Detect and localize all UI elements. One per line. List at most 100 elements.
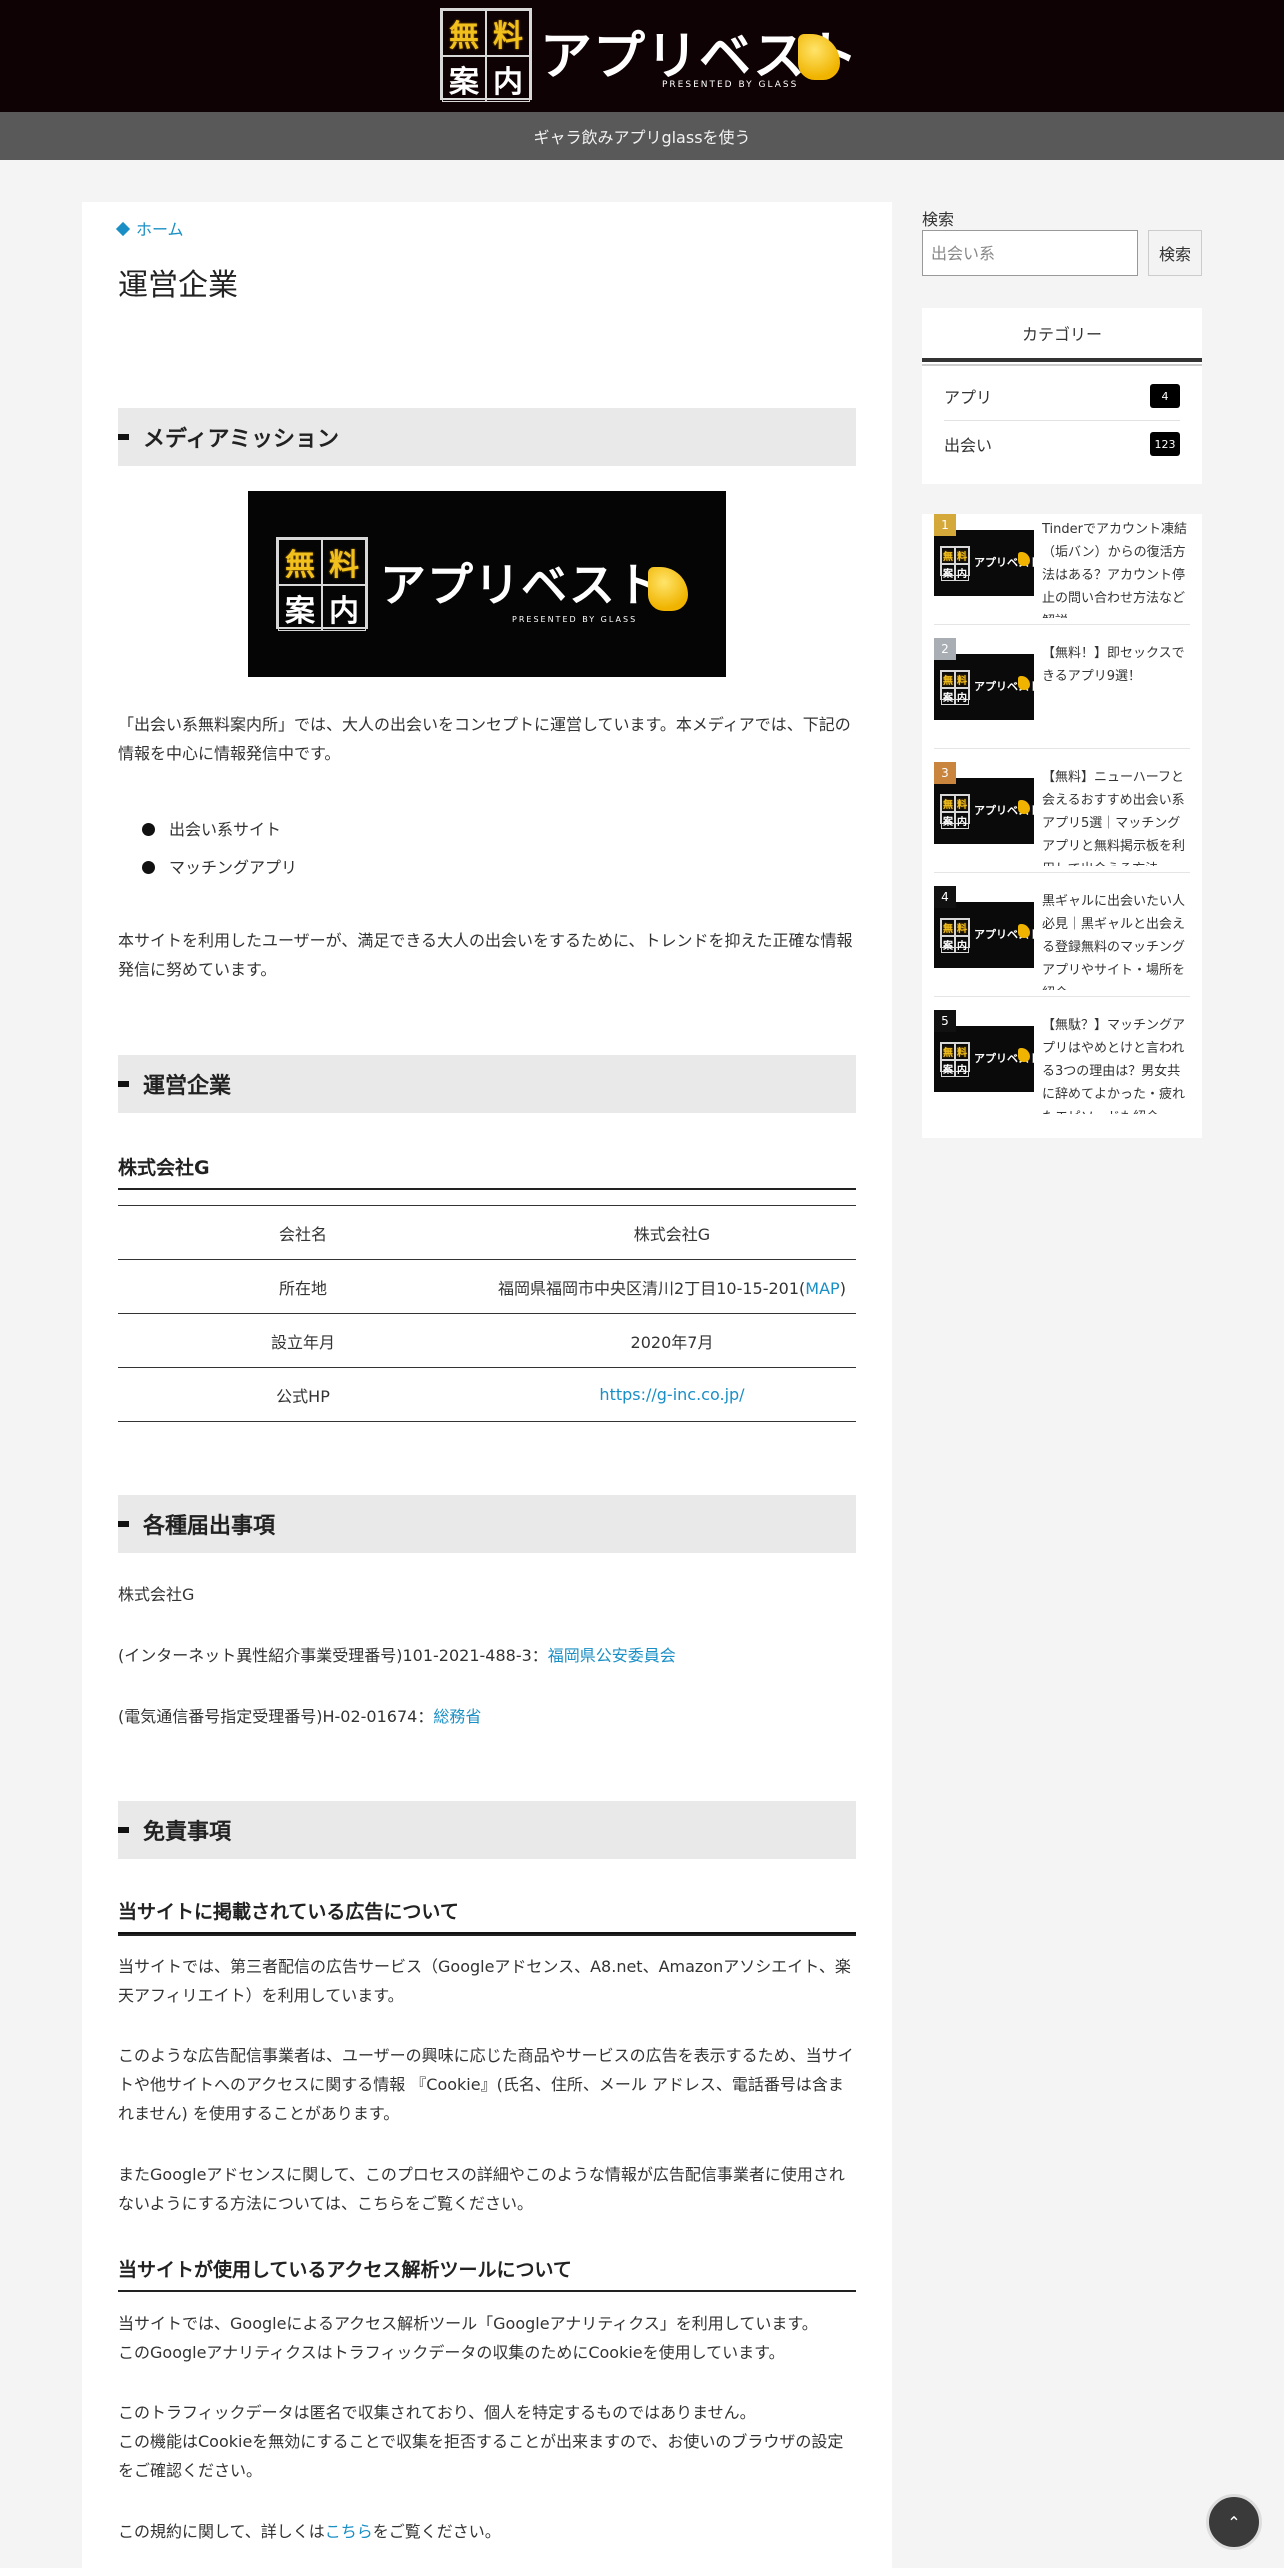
- notice-telecom-text: (電気通信番号指定受理番号)H-02-01674：: [118, 1707, 434, 1726]
- table-label: 所在地: [118, 1259, 488, 1314]
- ranking-title-link[interactable]: 【無料】ニューハーフと会えるおすすめ出会い系アプリ5選｜マッチングアプリと無料掲…: [1042, 766, 1190, 866]
- ranking-title-link[interactable]: 黒ギャルに出会いたい人必見｜黒ギャルと出会える登録無料のマッチングアプリやサイト…: [1042, 890, 1190, 990]
- category-item[interactable]: アプリ 4: [944, 372, 1180, 421]
- ranking-thumbnail[interactable]: 無 料 案 内 アプリベスト: [934, 902, 1040, 968]
- mission-intro: 「出会い系無料案内所」では、大人の出会いをコンセプトに運営しています。本メディア…: [118, 715, 851, 763]
- thumb-logo-text: アプリベスト: [974, 1052, 1041, 1065]
- table-value: 福岡県福岡市中央区清川2丁目10-15-201(MAP): [488, 1259, 856, 1314]
- rank-badge: 2: [934, 638, 956, 660]
- thumb-kanji: 案: [941, 688, 955, 705]
- logo-kanji: 内: [486, 56, 530, 102]
- analytics-line: 当サイトでは、Googleによるアクセス解析ツール「Googleアナリティクス」…: [118, 2314, 818, 2333]
- thumb-kanji: 料: [955, 795, 969, 812]
- breadcrumb-home-link[interactable]: ホーム: [136, 220, 184, 239]
- thumb-kanji: 内: [955, 1060, 969, 1077]
- rank-badge: 1: [934, 514, 956, 536]
- category-name[interactable]: 出会い: [944, 432, 992, 456]
- analytics-terms-link[interactable]: こちら: [325, 2522, 373, 2541]
- table-row: 設立年月 2020年7月: [118, 1313, 856, 1368]
- back-to-top-button[interactable]: ⌃: [1206, 2494, 1262, 2550]
- thumb-logo-text: アプリベスト: [974, 556, 1041, 569]
- main-content: ホーム 運営企業 メディアミッション 無 料 案 内 アプリベスト PRESEN…: [82, 202, 892, 2568]
- category-title: カテゴリー: [922, 308, 1202, 366]
- police-commission-link[interactable]: 福岡県公安委員会: [548, 1646, 676, 1665]
- site-logo[interactable]: 無 料 案 内 アプリベスト PRESENTED BY GLASS: [440, 8, 858, 102]
- official-site-link[interactable]: https://g-inc.co.jp/: [599, 1385, 744, 1404]
- thumb-kanji-grid: 無 料 案 内: [940, 670, 970, 705]
- thumb-kanji: 案: [941, 812, 955, 829]
- breadcrumb: ホーム: [115, 216, 184, 240]
- category-count-badge: 123: [1150, 432, 1180, 456]
- table-label: 公式HP: [118, 1367, 488, 1422]
- category-item[interactable]: 出会い 123: [944, 420, 1180, 468]
- ranking-thumbnail[interactable]: 無 料 案 内 アプリベスト: [934, 654, 1040, 720]
- hero-kanji: 内: [322, 585, 366, 631]
- logo-subtitle: PRESENTED BY GLASS: [662, 80, 799, 90]
- thumb-kanji: 無: [941, 919, 955, 936]
- hero-kanji-grid: 無 料 案 内: [276, 537, 368, 631]
- thumb-kanji: 料: [955, 919, 969, 936]
- tagline-text[interactable]: ギャラ飲みアプリglassを使う: [533, 124, 750, 148]
- logo-kanji: 案: [442, 56, 486, 102]
- ranking-thumbnail[interactable]: 無 料 案 内 アプリベスト: [934, 530, 1040, 596]
- list-item: マッチングアプリ: [142, 854, 297, 878]
- notice-registration-text: (インターネット異性紹介事業受理番号)101-2021-488-3：: [118, 1646, 548, 1665]
- ranking-item[interactable]: 無 料 案 内 アプリベスト 1 Tinderでアカウント凍結（垢バン）からの復…: [934, 514, 1190, 625]
- table-value: https://g-inc.co.jp/: [488, 1367, 856, 1422]
- thumb-logo-text: アプリベスト: [974, 680, 1041, 693]
- notice-registration: (インターネット異性紹介事業受理番号)101-2021-488-3：福岡県公安委…: [118, 1641, 856, 1670]
- category-name[interactable]: アプリ: [944, 384, 992, 408]
- section-heading-company: 運営企業: [118, 1055, 856, 1113]
- thumb-kanji-grid: 無 料 案 内: [940, 918, 970, 953]
- thumb-logo-text: アプリベスト: [974, 804, 1041, 817]
- thumb-kanji: 無: [941, 795, 955, 812]
- thumb-kanji: 料: [955, 547, 969, 564]
- ranking-item[interactable]: 無 料 案 内 アプリベスト 4 黒ギャルに出会いたい人必見｜黒ギャルと出会える…: [934, 886, 1190, 997]
- search-input[interactable]: [922, 230, 1138, 276]
- ranking-item[interactable]: 無 料 案 内 アプリベスト 5 【無駄？】マッチングアプリはやめとけと言われる…: [934, 1010, 1190, 1120]
- address-suffix: ): [839, 1278, 846, 1298]
- hero-kanji: 無: [278, 539, 322, 585]
- thumb-kanji: 無: [941, 547, 955, 564]
- analytics-line: この規約に関して、詳しくは: [118, 2522, 325, 2541]
- ranking-title-link[interactable]: 【無駄？】マッチングアプリはやめとけと言われる3つの理由は？男女共に辞めてよかっ…: [1042, 1014, 1190, 1114]
- category-widget: カテゴリー アプリ 4 出会い 123: [922, 308, 1202, 484]
- section-heading-disclaimer: 免責事項: [118, 1801, 856, 1859]
- ranking-item[interactable]: 無 料 案 内 アプリベスト 2 【無料！】即セックスできるアプリ9選！: [934, 638, 1190, 749]
- rank-badge: 4: [934, 886, 956, 908]
- search-button[interactable]: 検索: [1148, 230, 1202, 276]
- notice-company: 株式会社G: [118, 1585, 195, 1604]
- analytics-paragraph: 当サイトでは、Googleによるアクセス解析ツール「Googleアナリティクス」…: [118, 2309, 856, 2367]
- ranking-title-link[interactable]: Tinderでアカウント凍結（垢バン）からの復活方法はある？アカウント停止の問い…: [1042, 518, 1190, 618]
- page-title: 運営企業: [118, 268, 238, 303]
- site-header: 無 料 案 内 アプリベスト PRESENTED BY GLASS: [0, 0, 1284, 112]
- hero-drop-icon: [648, 567, 688, 611]
- hero-kanji: 料: [322, 539, 366, 585]
- section-heading-mission: メディアミッション: [118, 408, 856, 466]
- ranking-thumbnail[interactable]: 無 料 案 内 アプリベスト: [934, 1026, 1040, 1092]
- ranking-thumbnail[interactable]: 無 料 案 内 アプリベスト: [934, 778, 1040, 844]
- map-link[interactable]: MAP: [805, 1279, 839, 1298]
- ranking-item[interactable]: 無 料 案 内 アプリベスト 3 【無料】ニューハーフと会えるおすすめ出会い系ア…: [934, 762, 1190, 873]
- thumb-kanji: 料: [955, 1043, 969, 1060]
- category-count-badge: 4: [1150, 384, 1180, 408]
- thumb-kanji: 内: [955, 688, 969, 705]
- thumb-kanji: 内: [955, 936, 969, 953]
- notice-telecom: (電気通信番号指定受理番号)H-02-01674：総務省: [118, 1702, 856, 1731]
- table-value: 株式会社G: [488, 1205, 856, 1260]
- ranking-title-link[interactable]: 【無料！】即セックスできるアプリ9選！: [1042, 642, 1190, 742]
- ministry-link[interactable]: 総務省: [433, 1707, 481, 1726]
- analytics-subheading: 当サイトが使用しているアクセス解析ツールについて: [118, 2252, 856, 2292]
- hero-logo-subtitle: PRESENTED BY GLASS: [512, 615, 638, 624]
- thumb-kanji: 無: [941, 671, 955, 688]
- analytics-line: をご覧ください。: [372, 2522, 501, 2541]
- thumb-kanji: 内: [955, 564, 969, 581]
- table-row: 所在地 福岡県福岡市中央区清川2丁目10-15-201(MAP): [118, 1259, 856, 1314]
- tagline-bar[interactable]: ギャラ飲みアプリglassを使う: [0, 112, 1284, 160]
- ads-paragraph: このような広告配信事業者は、ユーザーの興味に応じた商品やサービスの広告を表示する…: [118, 2046, 854, 2123]
- analytics-line: この機能はCookieを無効にすることで収集を拒否することが出来ますので、お使い…: [118, 2432, 844, 2480]
- thumb-kanji: 料: [955, 671, 969, 688]
- company-info-table: 会社名 株式会社G 所在地 福岡県福岡市中央区清川2丁目10-15-201(MA…: [118, 1205, 856, 1422]
- search-label: 検索: [922, 210, 955, 229]
- table-value: 2020年7月: [488, 1313, 856, 1368]
